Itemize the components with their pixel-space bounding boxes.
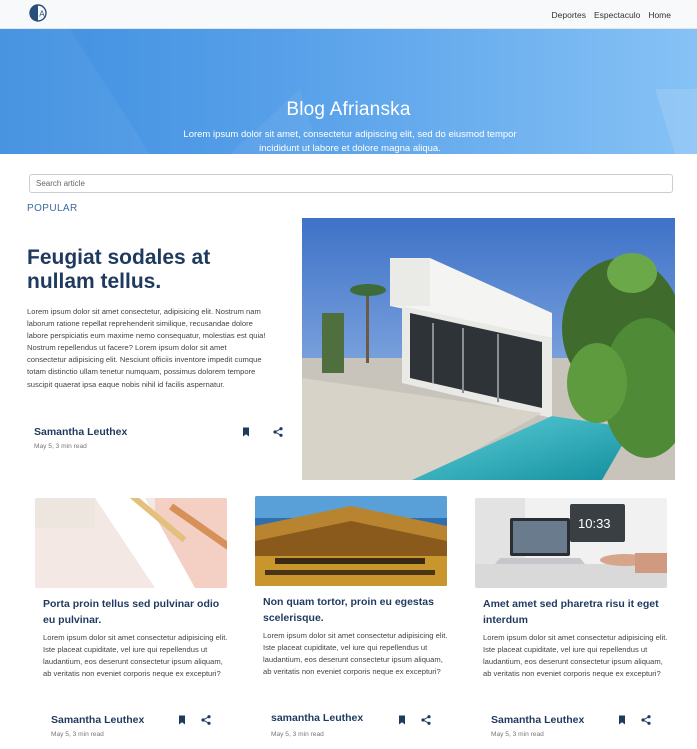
share-icon[interactable] — [272, 425, 284, 437]
logo-circle-a-icon[interactable]: A — [27, 4, 49, 22]
bookmark-icon[interactable] — [240, 425, 252, 437]
nav-link-espectaculo[interactable]: Espectaculo — [594, 10, 640, 20]
card-2-author[interactable]: samantha Leuthex — [271, 712, 363, 724]
bookmark-icon[interactable] — [396, 713, 408, 725]
nav-links: Deportes Espectaculo Home — [552, 10, 672, 20]
card-1-title[interactable]: Porta proin tellus sed pulvinar odio eu … — [43, 596, 233, 628]
card-3-image[interactable]: 10:33 — [475, 498, 667, 588]
svg-text:10:33: 10:33 — [578, 516, 611, 531]
card-1-author[interactable]: Samantha Leuthex — [51, 714, 144, 726]
card-1-body: Lorem ipsum dolor sit amet consectetur a… — [43, 633, 228, 679]
featured-author[interactable]: Samantha Leuthex — [34, 426, 127, 438]
hero-title: Blog Afrianska — [286, 99, 411, 120]
card-1-image[interactable] — [35, 498, 227, 588]
featured-meta: May 5, 3 min read — [34, 443, 87, 450]
featured-image[interactable] — [302, 218, 675, 480]
featured-body: Lorem ipsum dolor sit amet consectetur, … — [27, 307, 266, 389]
share-icon[interactable] — [640, 713, 652, 725]
card-2-image[interactable] — [255, 496, 447, 586]
share-icon[interactable] — [200, 713, 212, 725]
search-input[interactable] — [29, 174, 673, 193]
card-2-meta: May 5, 3 min read — [271, 731, 324, 738]
bookmark-icon[interactable] — [176, 713, 188, 725]
card-3-title[interactable]: Amet amet sed pharetra risu it eget inte… — [483, 596, 673, 628]
svg-text:A: A — [39, 10, 45, 19]
bookmark-icon[interactable] — [616, 713, 628, 725]
share-icon[interactable] — [420, 713, 432, 725]
card-3-meta: May 5, 3 min read — [491, 731, 544, 738]
card-3-body: Lorem ipsum dolor sit amet consectetur a… — [483, 633, 668, 679]
hero-banner: Blog Afrianska Lorem ipsum dolor sit ame… — [0, 29, 697, 154]
nav-link-deportes[interactable]: Deportes — [552, 10, 587, 20]
popular-heading: POPULAR — [27, 203, 78, 214]
card-2-body: Lorem ipsum dolor sit amet consectetur a… — [263, 631, 448, 677]
card-2-title[interactable]: Non quam tortor, proin eu egestas sceler… — [263, 594, 453, 626]
featured-title[interactable]: Feugiat sodales at nullam tellus. — [27, 246, 277, 294]
navbar: A Deportes Espectaculo Home — [0, 0, 697, 29]
hero-subtitle: Lorem ipsum dolor sit amet, consectetur … — [183, 129, 517, 154]
card-1-meta: May 5, 3 min read — [51, 731, 104, 738]
nav-link-home[interactable]: Home — [648, 10, 671, 20]
card-3-author[interactable]: Samantha Leuthex — [491, 714, 584, 726]
